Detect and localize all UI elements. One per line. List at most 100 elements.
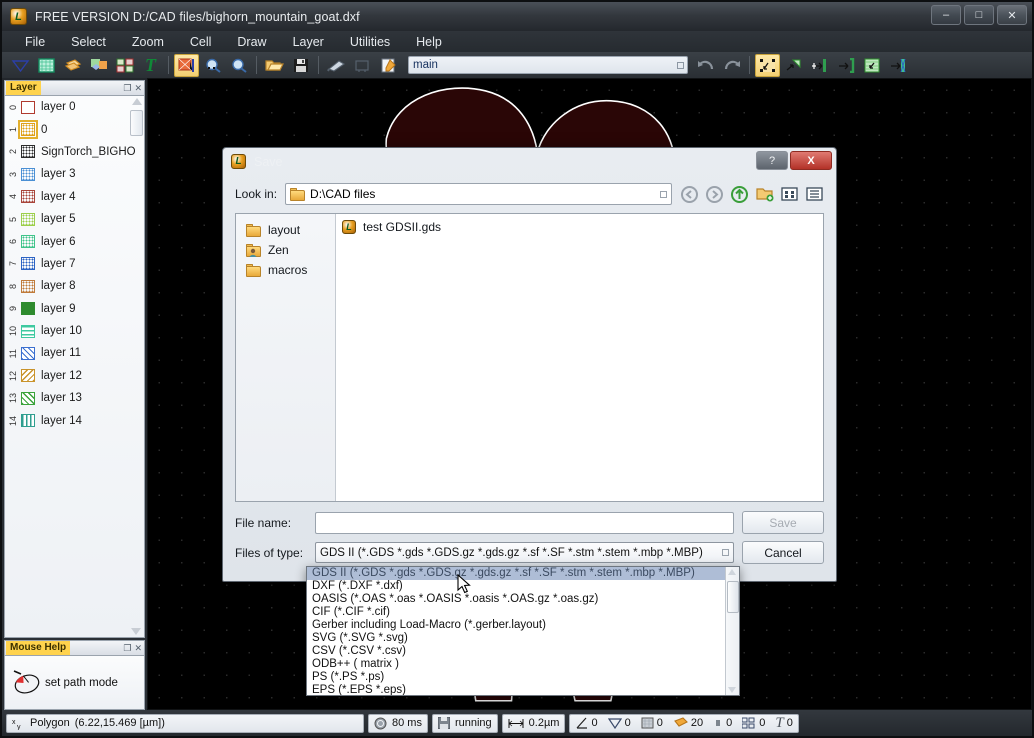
menu-zoom[interactable]: Zoom <box>119 33 177 51</box>
layer-row[interactable]: 2SignTorch_BIGHO <box>5 141 144 163</box>
layer-list[interactable]: 0layer 0102SignTorch_BIGHO3layer 34layer… <box>4 96 145 638</box>
dropdown-scrollbar[interactable] <box>725 567 739 695</box>
layer-color-swatch[interactable] <box>21 257 35 270</box>
snap-grid-icon[interactable] <box>885 54 910 77</box>
polygon-tool-icon[interactable] <box>8 54 33 77</box>
shortcut-macros[interactable]: macros <box>236 260 335 280</box>
dropdown-option[interactable]: CIF (*.CIF *.cif) <box>307 606 739 619</box>
layer-color-swatch[interactable] <box>21 302 35 315</box>
dropdown-option[interactable]: GDS II (*.GDS *.gds *.GDS.gz *.gds.gz *.… <box>307 567 739 580</box>
layer-row[interactable]: 7layer 7 <box>5 253 144 275</box>
new-folder-icon[interactable] <box>755 185 774 204</box>
back-arrow-icon[interactable] <box>680 185 699 204</box>
close-panel-icon-2[interactable]: ✕ <box>134 643 142 654</box>
dropdown-option[interactable]: PS (*.PS *.ps) <box>307 671 739 684</box>
dropdown-scroll-down-icon[interactable] <box>728 687 736 693</box>
dropdown-option[interactable]: ODB++ ( matrix ) <box>307 658 739 671</box>
menu-utilities[interactable]: Utilities <box>337 33 403 51</box>
scroll-down-icon[interactable] <box>131 628 141 635</box>
dropdown-scroll-up-icon[interactable] <box>728 569 736 575</box>
snap-any-icon[interactable] <box>755 54 780 77</box>
scroll-thumb[interactable] <box>130 110 143 136</box>
layer-row[interactable]: 6layer 6 <box>5 230 144 252</box>
dropdown-option[interactable]: EPS (*.EPS *.eps) <box>307 684 739 696</box>
ruler-box-icon[interactable] <box>350 54 375 77</box>
dropdown-option[interactable]: Gerber including Load-Macro (*.gerber.la… <box>307 619 739 632</box>
menu-cell[interactable]: Cell <box>177 33 225 51</box>
layer-color-swatch[interactable] <box>21 347 35 360</box>
notes-icon[interactable] <box>376 54 401 77</box>
layer-row[interactable]: 8layer 8 <box>5 275 144 297</box>
layer-color-swatch[interactable] <box>21 280 35 293</box>
menu-layer[interactable]: Layer <box>280 33 337 51</box>
look-in-combobox[interactable]: D:\CAD files <box>285 183 672 205</box>
close-button[interactable]: ✕ <box>997 5 1027 25</box>
layer-scrollbar[interactable] <box>130 98 143 635</box>
layer-color-swatch[interactable] <box>21 369 35 382</box>
layer-color-swatch[interactable] <box>21 123 35 136</box>
layer-color-swatch[interactable] <box>21 235 35 248</box>
compare-cells-icon[interactable] <box>112 54 137 77</box>
snap-edge-icon[interactable] <box>807 54 832 77</box>
layer-row[interactable]: 11layer 11 <box>5 342 144 364</box>
close-panel-icon[interactable]: ✕ <box>134 83 142 94</box>
dialog-close-button[interactable]: X <box>790 151 832 170</box>
dropdown-scroll-thumb[interactable] <box>727 581 739 613</box>
layer-row[interactable]: 0layer 0 <box>5 96 144 118</box>
layer-row[interactable]: 4layer 4 <box>5 186 144 208</box>
layer-row[interactable]: 14layer 14 <box>5 409 144 431</box>
layer-color-swatch[interactable] <box>21 168 35 181</box>
menu-help[interactable]: Help <box>403 33 455 51</box>
files-of-type-dropdown[interactable]: GDS II (*.GDS *.gds *.GDS.gz *.gds.gz *.… <box>306 566 740 696</box>
menu-file[interactable]: File <box>12 33 58 51</box>
layer-color-swatch[interactable] <box>21 414 35 427</box>
dropdown-option[interactable]: CSV (*.CSV *.csv) <box>307 645 739 658</box>
snap-corner-icon[interactable] <box>833 54 858 77</box>
snap-area-icon[interactable] <box>859 54 884 77</box>
color-palette-icon[interactable] <box>86 54 111 77</box>
dropdown-option[interactable]: SVG (*.SVG *.svg) <box>307 632 739 645</box>
layer-color-swatch[interactable] <box>21 325 35 338</box>
list-view-icon[interactable] <box>805 185 824 204</box>
layers-stack-icon[interactable] <box>60 54 85 77</box>
layer-color-swatch[interactable] <box>21 213 35 226</box>
maximize-button[interactable]: □ <box>964 5 994 25</box>
box-hatch-icon[interactable] <box>34 54 59 77</box>
text-tool-icon[interactable]: T <box>138 54 163 77</box>
cancel-button[interactable]: Cancel <box>742 541 824 564</box>
icon-view-icon[interactable] <box>780 185 799 204</box>
dropdown-option[interactable]: DXF (*.DXF *.dxf) <box>307 580 739 593</box>
float-panel-icon-2[interactable]: ❐ <box>123 643 131 654</box>
dropdown-option[interactable]: OASIS (*.OAS *.oas *.OASIS *.oasis *.OAS… <box>307 593 739 606</box>
dialog-help-button[interactable]: ? <box>756 151 788 170</box>
layer-color-swatch[interactable] <box>21 392 35 405</box>
layer-row[interactable]: 12layer 12 <box>5 365 144 387</box>
layer-color-swatch[interactable] <box>21 145 35 158</box>
file-list[interactable]: L test GDSII.gds <box>336 214 823 501</box>
scroll-up-icon[interactable] <box>132 98 142 105</box>
redo-icon[interactable] <box>719 54 744 77</box>
zoom-selection-icon[interactable] <box>200 54 225 77</box>
menu-draw[interactable]: Draw <box>224 33 279 51</box>
shortcut-layout[interactable]: layout <box>236 220 335 240</box>
save-button[interactable]: Save <box>742 511 824 534</box>
layer-color-swatch[interactable] <box>21 101 35 114</box>
measure-tool-icon[interactable] <box>324 54 349 77</box>
layer-row[interactable]: 9layer 9 <box>5 298 144 320</box>
forward-arrow-icon[interactable] <box>705 185 724 204</box>
snap-diagonal-icon[interactable] <box>781 54 806 77</box>
layer-color-swatch[interactable] <box>21 190 35 203</box>
up-arrow-icon[interactable] <box>730 185 749 204</box>
zoom-icon[interactable] <box>226 54 251 77</box>
file-name-input[interactable] <box>315 512 734 534</box>
cell-name-combobox[interactable]: main <box>408 56 688 74</box>
edit-cell-icon[interactable] <box>174 54 199 77</box>
layer-row[interactable]: 10layer 10 <box>5 320 144 342</box>
layer-row[interactable]: 5layer 5 <box>5 208 144 230</box>
layer-row[interactable]: 13layer 13 <box>5 387 144 409</box>
file-item[interactable]: L test GDSII.gds <box>342 220 823 234</box>
float-panel-icon[interactable]: ❐ <box>123 83 131 94</box>
undo-icon[interactable] <box>693 54 718 77</box>
minimize-button[interactable]: – <box>931 5 961 25</box>
open-file-icon[interactable] <box>262 54 287 77</box>
